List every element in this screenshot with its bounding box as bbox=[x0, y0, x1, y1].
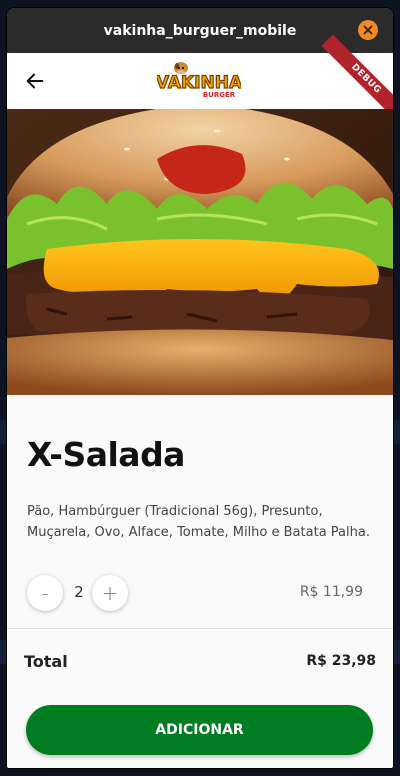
app-bar: VAKINHA BURGER DEBUG bbox=[7, 34, 393, 124]
product-name: X-Salada bbox=[27, 435, 185, 474]
burger-photo bbox=[7, 109, 393, 395]
window-title: vakinha_burguer_mobile bbox=[103, 22, 297, 39]
add-to-cart-button[interactable]: ADICIONAR bbox=[26, 705, 373, 755]
unit-price: R$ 11,99 bbox=[299, 584, 363, 600]
arrow-left-icon bbox=[26, 73, 44, 89]
total-value: R$ 23,98 bbox=[306, 653, 376, 669]
product-description: Pão, Hambúrguer (Tradicional 56g), Presu… bbox=[27, 504, 370, 540]
app-window: vakinha_burguer_mobile VAKINHA BURGER DE… bbox=[7, 8, 393, 768]
svg-text:BURGER: BURGER bbox=[203, 91, 236, 99]
product-image bbox=[7, 109, 393, 395]
vakinha-burger-logo: VAKINHA BURGER bbox=[157, 62, 241, 99]
quantity-row: - 2 + R$ 11,99 bbox=[27, 573, 373, 613]
total-label: Total bbox=[24, 652, 68, 671]
svg-text:VAKINHA: VAKINHA bbox=[157, 73, 241, 93]
quantity-value: 2 bbox=[74, 583, 84, 601]
back-button[interactable] bbox=[23, 69, 47, 93]
decrease-quantity-button[interactable]: - bbox=[27, 575, 63, 611]
close-icon bbox=[363, 25, 373, 35]
increase-quantity-button[interactable]: + bbox=[92, 575, 128, 611]
window-close-button[interactable] bbox=[358, 20, 378, 40]
divider bbox=[7, 628, 393, 629]
